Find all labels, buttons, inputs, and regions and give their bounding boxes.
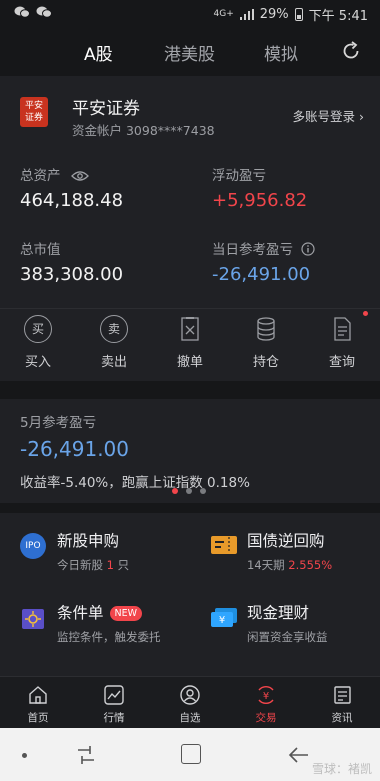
nav-market-label: 行情 [103, 712, 125, 724]
nav-home-label: 首页 [27, 712, 49, 724]
reverse-repo-entry[interactable]: 国债逆回购 14天期 2.555% [210, 529, 370, 579]
account-header[interactable]: 平安 证券 平安证券 资金帐户 3098****7438 多账号登录 › [0, 76, 380, 146]
carousel-dot[interactable] [186, 488, 192, 494]
notification-dot [363, 311, 368, 316]
user-icon [179, 684, 201, 706]
ipo-subtitle: 今日新股 1 只 [57, 558, 130, 572]
services-grid: IPO 新股申购 今日新股 1 只 国债逆回购 14天期 2.555% 条件单 N… [0, 513, 380, 676]
chart-icon [103, 684, 125, 706]
multi-account-login-link[interactable]: 多账号登录 › [293, 106, 364, 125]
trade-yen-icon: ¥ [255, 684, 277, 706]
carousel-indicator[interactable] [172, 488, 206, 494]
ticket-icon [210, 535, 238, 559]
daily-pnl-label: 当日参考盈亏 [212, 238, 315, 260]
tab-a-shares[interactable]: A股 [84, 40, 113, 65]
watermark: 雪球：褚凯 [311, 762, 372, 776]
nav-trade[interactable]: ¥ 交易 [246, 684, 286, 725]
eye-icon[interactable] [70, 170, 89, 186]
monthly-pnl-label: 5月参考盈亏 [20, 415, 97, 431]
conditional-order-title: 条件单 NEW [57, 601, 161, 623]
ipo-icon: IPO [20, 533, 46, 559]
home-button-icon[interactable] [181, 744, 201, 764]
sell-button[interactable]: 卖 卖出 [84, 315, 144, 370]
cash-icon: ¥ [210, 607, 238, 633]
cancel-order-label: 撤单 [176, 355, 203, 370]
total-assets-label: 总资产 [20, 164, 89, 186]
nav-watchlist[interactable]: 自选 [170, 684, 210, 725]
wechat-icon [36, 6, 52, 22]
reverse-repo-subtitle: 14天期 2.555% [247, 558, 333, 572]
tab-hk-us-stocks[interactable]: 港美股 [164, 40, 215, 65]
battery-icon [294, 7, 303, 21]
account-number: 资金帐户 3098****7438 [72, 123, 215, 138]
signal-icon [239, 8, 254, 20]
conditional-order-subtitle: 监控条件，触发委托 [57, 630, 161, 644]
query-button[interactable]: 查询 [312, 315, 372, 370]
conditional-order-entry[interactable]: 条件单 NEW 监控条件，触发委托 [20, 601, 190, 651]
news-icon [331, 684, 353, 706]
condition-order-icon [20, 607, 46, 635]
floating-pnl-label: 浮动盈亏 [212, 168, 266, 184]
cash-management-title: 现金理财 [247, 604, 310, 622]
buy-button[interactable]: 买 买入 [8, 315, 68, 370]
cancel-order-button[interactable]: 撤单 [160, 315, 220, 370]
sell-label: 卖出 [100, 355, 127, 370]
query-label: 查询 [328, 355, 355, 370]
buy-icon: 买 [24, 315, 52, 343]
holdings-icon [236, 315, 296, 343]
section-divider [0, 503, 380, 513]
buy-label: 买入 [24, 355, 51, 370]
monthly-return-detail: 收益率-5.40%，跑赢上证指数 0.18% [20, 475, 250, 491]
nav-market[interactable]: 行情 [94, 684, 134, 725]
holdings-button[interactable]: 持仓 [236, 315, 296, 370]
ipo-subscribe-entry[interactable]: IPO 新股申购 今日新股 1 只 [20, 529, 190, 579]
carousel-dot[interactable] [172, 488, 178, 494]
broker-name: 平安证券 [72, 99, 140, 119]
cash-management-subtitle: 闲置资金享收益 [247, 630, 328, 644]
nav-home[interactable]: 首页 [18, 684, 58, 725]
nav-news[interactable]: 资讯 [322, 684, 362, 725]
assistant-dot-icon[interactable] [22, 753, 27, 758]
top-tab-bar: A股 港美股 模拟 [0, 28, 380, 76]
recents-icon[interactable] [76, 744, 96, 770]
market-value-value: 383,308.00 [20, 264, 124, 285]
daily-pnl-value: -26,491.00 [212, 264, 311, 285]
back-icon[interactable] [288, 746, 310, 768]
total-assets-value: 464,188.48 [20, 190, 124, 211]
reverse-repo-title: 国债逆回购 [247, 532, 325, 550]
home-icon [27, 684, 49, 706]
monthly-pnl-value: -26,491.00 [20, 437, 130, 461]
cash-management-entry[interactable]: ¥ 现金理财 闲置资金享收益 [210, 601, 370, 651]
holdings-label: 持仓 [252, 355, 279, 370]
wechat-icon [14, 6, 30, 22]
info-icon[interactable] [301, 242, 315, 260]
clock: 下午 5:41 [308, 8, 368, 24]
bottom-nav: 首页 行情 自选 ¥ 交易 资讯 [0, 676, 380, 728]
new-badge: NEW [109, 606, 143, 621]
floating-pnl-value: +5,956.82 [212, 190, 308, 211]
ipo-title: 新股申购 [57, 532, 120, 550]
svg-text:¥: ¥ [219, 615, 225, 626]
refresh-icon[interactable] [340, 40, 362, 62]
sell-icon: 卖 [100, 315, 128, 343]
broker-logo: 平安 证券 [20, 97, 48, 127]
section-divider [0, 381, 380, 399]
svg-text:¥: ¥ [263, 691, 269, 702]
tab-simulation[interactable]: 模拟 [264, 40, 298, 65]
query-icon [312, 315, 372, 343]
market-value-label: 总市值 [20, 242, 61, 258]
cancel-order-icon [160, 315, 220, 343]
nav-watchlist-label: 自选 [179, 712, 201, 724]
status-bar: 4G+ 29% 下午 5:41 [0, 0, 380, 28]
carousel-dot[interactable] [200, 488, 206, 494]
nav-news-label: 资讯 [331, 712, 353, 724]
battery-percent: 29% [259, 6, 289, 22]
trade-actions: 买 买入 卖 卖出 撤单 持仓 查询 [0, 308, 380, 380]
network-type: 4G+ [213, 9, 234, 19]
nav-trade-label: 交易 [255, 712, 277, 724]
